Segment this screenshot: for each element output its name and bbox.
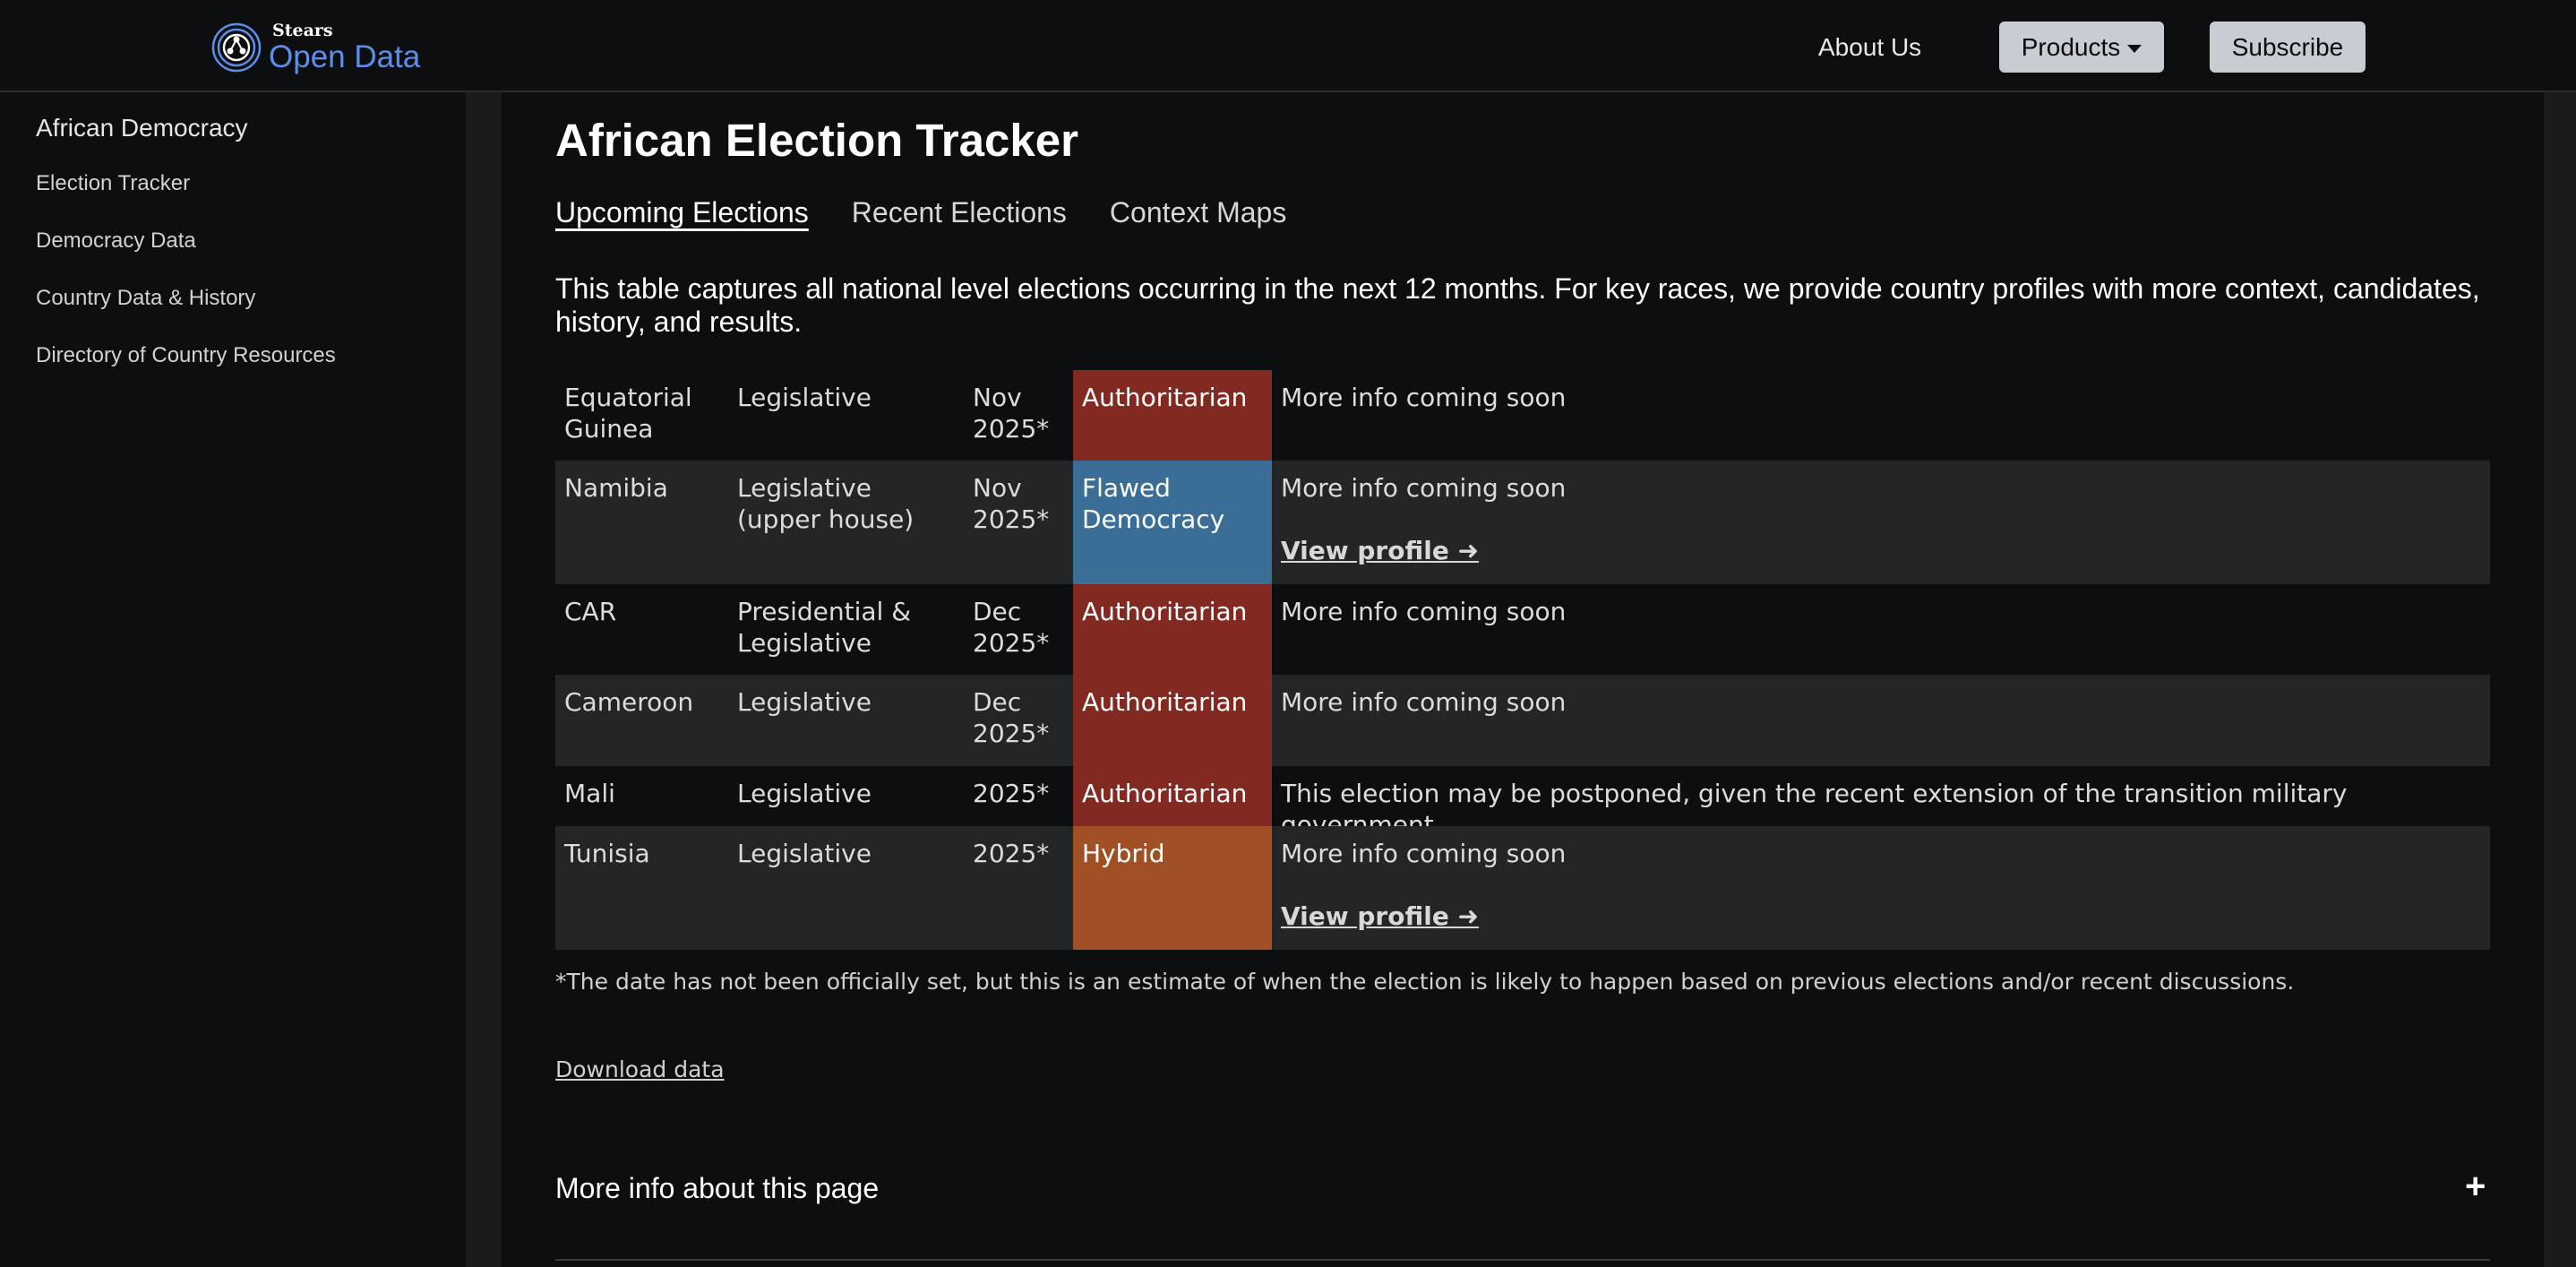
tab-bar: Upcoming Elections Recent Elections Cont… (555, 196, 1329, 229)
table-row: Equatorial Guinea Legislative Nov 2025* … (555, 370, 2490, 461)
country-cell: Cameroon (564, 687, 694, 717)
footnote: *The date has not been officially set, b… (555, 969, 2295, 995)
page-title: African Election Tracker (555, 115, 1078, 166)
sidebar-item-election-tracker[interactable]: Election Tracker (36, 171, 190, 196)
subscribe-button-label: Subscribe (2231, 32, 2344, 61)
info-cell: This election may be postponed, given th… (1272, 766, 2490, 840)
top-header: Stears Open Data About Us Products Subsc… (0, 0, 2576, 92)
date-cell: Nov 2025* (973, 473, 1050, 534)
table-row: Namibia Legislative (upper house) Nov 20… (555, 461, 2490, 584)
caret-down-icon (2127, 44, 2142, 53)
sidebar-title[interactable]: African Democracy (36, 114, 248, 142)
table-row: Tunisia Legislative 2025* Hybrid More in… (555, 826, 2490, 950)
sidebar-divider (466, 92, 502, 1267)
main-content: African Election Tracker Upcoming Electi… (502, 92, 2544, 1267)
table-row: CAR Presidential & Legislative Dec 2025*… (555, 584, 2490, 675)
info-cell: More info coming soon View profile ➜ (1272, 461, 2490, 584)
election-type-cell: Legislative (737, 687, 872, 717)
subscribe-button[interactable]: Subscribe (2210, 22, 2366, 73)
info-cell: More info coming soon View profile ➜ (1272, 826, 2490, 950)
country-cell: CAR (564, 597, 617, 626)
info-cell: More info coming soon (1272, 584, 2490, 675)
sidebar-item-democracy-data[interactable]: Democracy Data (36, 228, 196, 254)
date-cell: Dec 2025* (973, 597, 1050, 658)
view-profile-link-tunisia[interactable]: View profile ➜ (1281, 901, 1479, 932)
date-cell: 2025* (973, 779, 1050, 808)
sidebar: African Democracy Election Tracker Democ… (0, 92, 466, 1267)
election-type-cell: Legislative (upper house) (737, 473, 914, 534)
info-text: More info coming soon (1281, 687, 1567, 717)
table-row: Mali Legislative 2025* Authoritarian Thi… (555, 766, 2490, 840)
regime-badge: Authoritarian (1073, 675, 1272, 766)
accordion-divider (555, 1259, 2490, 1261)
products-button-label: Products (2021, 32, 2121, 61)
tab-context-maps[interactable]: Context Maps (1110, 196, 1286, 229)
tab-upcoming-elections[interactable]: Upcoming Elections (555, 196, 809, 229)
logo-brand-small: Stears (272, 21, 333, 40)
view-profile-link-namibia[interactable]: View profile ➜ (1281, 535, 1479, 566)
info-cell: More info coming soon (1272, 675, 2490, 766)
country-cell: Equatorial Guinea (564, 383, 692, 444)
download-data-link[interactable]: Download data (555, 1056, 725, 1082)
regime-badge: Authoritarian (1073, 584, 1272, 675)
right-gutter (2544, 92, 2576, 1267)
regime-badge: Authoritarian (1073, 370, 1272, 461)
date-cell: Dec 2025* (973, 687, 1050, 748)
regime-badge: Flawed Democracy (1073, 461, 1272, 584)
expand-plus-icon[interactable]: + (2465, 1167, 2486, 1207)
nav-about-us-link[interactable]: About Us (1818, 27, 1921, 67)
info-text: More info coming soon (1281, 839, 1567, 868)
country-cell: Namibia (564, 473, 668, 503)
info-cell: More info coming soon (1272, 370, 2490, 461)
table-row: Cameroon Legislative Dec 2025* Authorita… (555, 675, 2490, 766)
logo-mark-icon (211, 22, 262, 73)
sidebar-item-country-resources[interactable]: Directory of Country Resources (36, 343, 336, 368)
date-cell: Nov 2025* (973, 383, 1050, 444)
country-cell: Tunisia (564, 839, 650, 868)
date-cell: 2025* (973, 839, 1050, 868)
country-cell: Mali (564, 779, 615, 808)
election-type-cell: Legislative (737, 383, 872, 412)
intro-text: This table captures all national level e… (555, 272, 2480, 338)
more-info-accordion[interactable]: More info about this page (555, 1172, 879, 1205)
tab-recent-elections[interactable]: Recent Elections (852, 196, 1067, 229)
sidebar-item-country-data-history[interactable]: Country Data & History (36, 286, 255, 311)
election-type-cell: Legislative (737, 839, 872, 868)
elections-table: Equatorial Guinea Legislative Nov 2025* … (555, 370, 2490, 950)
regime-badge: Authoritarian (1073, 766, 1272, 826)
logo-brand-name: Open Data (269, 39, 421, 74)
election-type-cell: Legislative (737, 779, 872, 808)
election-type-cell: Presidential & Legislative (737, 597, 912, 658)
regime-badge: Hybrid (1073, 826, 1272, 950)
info-text: More info coming soon (1281, 383, 1567, 412)
products-dropdown-button[interactable]: Products (1999, 22, 2164, 73)
stears-logo[interactable]: Stears Open Data (211, 14, 420, 81)
info-text: More info coming soon (1281, 473, 1567, 503)
info-text: More info coming soon (1281, 597, 1567, 626)
